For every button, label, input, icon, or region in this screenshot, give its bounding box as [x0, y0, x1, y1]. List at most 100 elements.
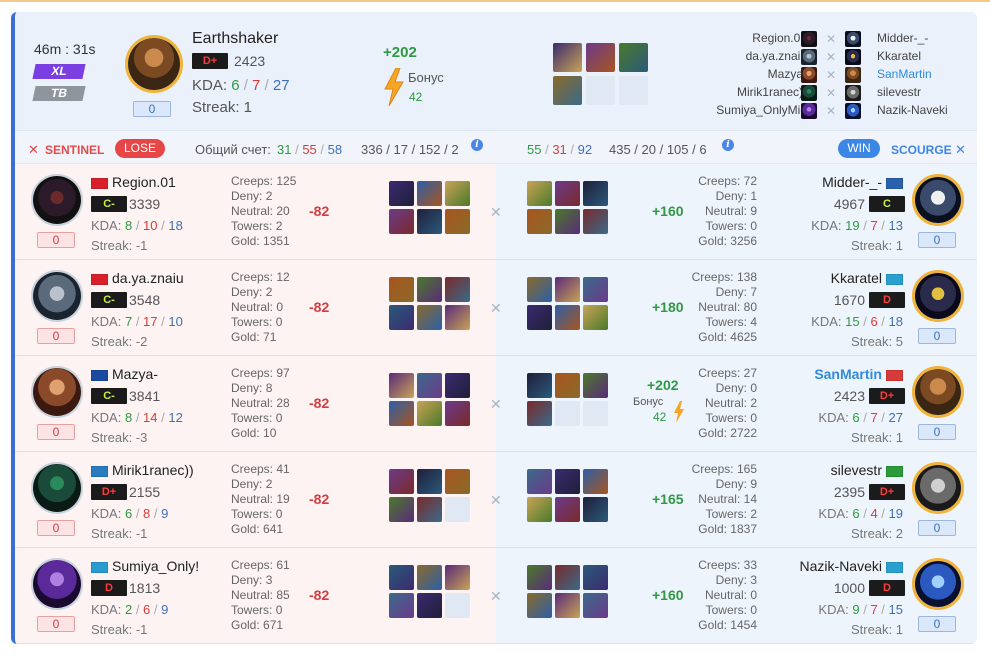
- item-slot[interactable]: [527, 401, 552, 426]
- item-slot[interactable]: [389, 181, 414, 206]
- item-slot[interactable]: [586, 76, 615, 105]
- item-slot[interactable]: [583, 277, 608, 302]
- player-name[interactable]: silevestr: [831, 462, 882, 478]
- item-slot[interactable]: [555, 277, 580, 302]
- item-slot[interactable]: [389, 209, 414, 234]
- item-slot[interactable]: [555, 593, 580, 618]
- item-slot[interactable]: [527, 305, 552, 330]
- item-slot[interactable]: [417, 277, 442, 302]
- player-hero-avatar[interactable]: [125, 35, 183, 93]
- item-slot[interactable]: [527, 593, 552, 618]
- item-slot[interactable]: [389, 373, 414, 398]
- item-slot[interactable]: [583, 209, 608, 234]
- hero-avatar[interactable]: [912, 462, 964, 514]
- item-slot[interactable]: [445, 593, 470, 618]
- roster-player[interactable]: silevestr: [877, 85, 921, 99]
- player-name[interactable]: Nazik-Naveki: [800, 558, 882, 574]
- item-slot[interactable]: [389, 593, 414, 618]
- hero-avatar[interactable]: [912, 366, 964, 418]
- player-name[interactable]: SanMartin: [814, 366, 882, 382]
- item-slot[interactable]: [527, 373, 552, 398]
- item-slot[interactable]: [583, 565, 608, 590]
- hero-avatar[interactable]: [912, 558, 964, 610]
- item-slot[interactable]: [417, 209, 442, 234]
- roster-player[interactable]: SanMartin: [877, 67, 932, 81]
- item-slot[interactable]: [527, 277, 552, 302]
- item-slot[interactable]: [555, 181, 580, 206]
- roster-player[interactable]: Region.01: [752, 31, 807, 45]
- item-slot[interactable]: [553, 76, 582, 105]
- item-slot[interactable]: [389, 469, 414, 494]
- item-slot[interactable]: [583, 497, 608, 522]
- item-slot[interactable]: [555, 305, 580, 330]
- item-slot[interactable]: [553, 43, 582, 72]
- roster-player[interactable]: Nazik-Naveki: [877, 103, 948, 117]
- hero-avatar[interactable]: [31, 558, 83, 610]
- roster-player[interactable]: Kkaratel: [877, 49, 921, 63]
- roster-player[interactable]: Sumiya_OnlyMid: [716, 103, 807, 117]
- item-slot[interactable]: [417, 305, 442, 330]
- item-slot[interactable]: [445, 469, 470, 494]
- hero-portrait: [915, 273, 961, 319]
- item-slot[interactable]: [445, 305, 470, 330]
- item-slot[interactable]: [389, 305, 414, 330]
- hero-avatar[interactable]: [31, 270, 83, 322]
- roster-player[interactable]: Mirik1ranec)): [737, 85, 807, 99]
- item-slot[interactable]: [445, 401, 470, 426]
- item-slot[interactable]: [583, 401, 608, 426]
- player-name[interactable]: da.ya.znaiu: [112, 270, 184, 286]
- item-slot[interactable]: [417, 497, 442, 522]
- item-slot[interactable]: [417, 181, 442, 206]
- item-slot[interactable]: [555, 209, 580, 234]
- player-name[interactable]: Region.01: [112, 174, 176, 190]
- item-slot[interactable]: [417, 469, 442, 494]
- player-name[interactable]: Kkaratel: [831, 270, 882, 286]
- item-slot[interactable]: [527, 209, 552, 234]
- player-name[interactable]: Mazya-: [112, 366, 158, 382]
- item-slot[interactable]: [527, 497, 552, 522]
- roster-player[interactable]: Midder-_-: [877, 31, 928, 45]
- info-icon[interactable]: i: [722, 139, 734, 151]
- item-slot[interactable]: [527, 469, 552, 494]
- player-name[interactable]: Mirik1ranec)): [112, 462, 194, 478]
- hero-avatar[interactable]: [912, 174, 964, 226]
- item-slot[interactable]: [389, 401, 414, 426]
- hero-avatar[interactable]: [31, 174, 83, 226]
- item-slot[interactable]: [583, 469, 608, 494]
- item-slot[interactable]: [555, 565, 580, 590]
- item-slot[interactable]: [619, 76, 648, 105]
- item-slot[interactable]: [555, 497, 580, 522]
- item-slot[interactable]: [555, 469, 580, 494]
- item-slot[interactable]: [417, 565, 442, 590]
- item-slot[interactable]: [445, 373, 470, 398]
- hero-name[interactable]: Earthshaker: [192, 30, 278, 48]
- item-slot[interactable]: [417, 593, 442, 618]
- hero-avatar[interactable]: [912, 270, 964, 322]
- item-slot[interactable]: [619, 43, 648, 72]
- roster-player[interactable]: da.ya.znaiu: [746, 49, 807, 63]
- item-slot[interactable]: [445, 565, 470, 590]
- item-slot[interactable]: [389, 565, 414, 590]
- hero-avatar[interactable]: [31, 462, 83, 514]
- item-slot[interactable]: [583, 305, 608, 330]
- item-slot[interactable]: [586, 43, 615, 72]
- item-slot[interactable]: [445, 181, 470, 206]
- item-slot[interactable]: [527, 181, 552, 206]
- item-slot[interactable]: [445, 497, 470, 522]
- item-slot[interactable]: [389, 277, 414, 302]
- item-slot[interactable]: [555, 373, 580, 398]
- item-slot[interactable]: [527, 565, 552, 590]
- info-icon[interactable]: i: [471, 139, 483, 151]
- player-name[interactable]: Midder-_-: [822, 174, 882, 190]
- item-slot[interactable]: [417, 401, 442, 426]
- item-slot[interactable]: [555, 401, 580, 426]
- item-slot[interactable]: [445, 277, 470, 302]
- item-slot[interactable]: [583, 373, 608, 398]
- item-slot[interactable]: [445, 209, 470, 234]
- player-name[interactable]: Sumiya_Only!: [112, 558, 199, 574]
- item-slot[interactable]: [583, 181, 608, 206]
- item-slot[interactable]: [417, 373, 442, 398]
- hero-avatar[interactable]: [31, 366, 83, 418]
- item-slot[interactable]: [583, 593, 608, 618]
- item-slot[interactable]: [389, 497, 414, 522]
